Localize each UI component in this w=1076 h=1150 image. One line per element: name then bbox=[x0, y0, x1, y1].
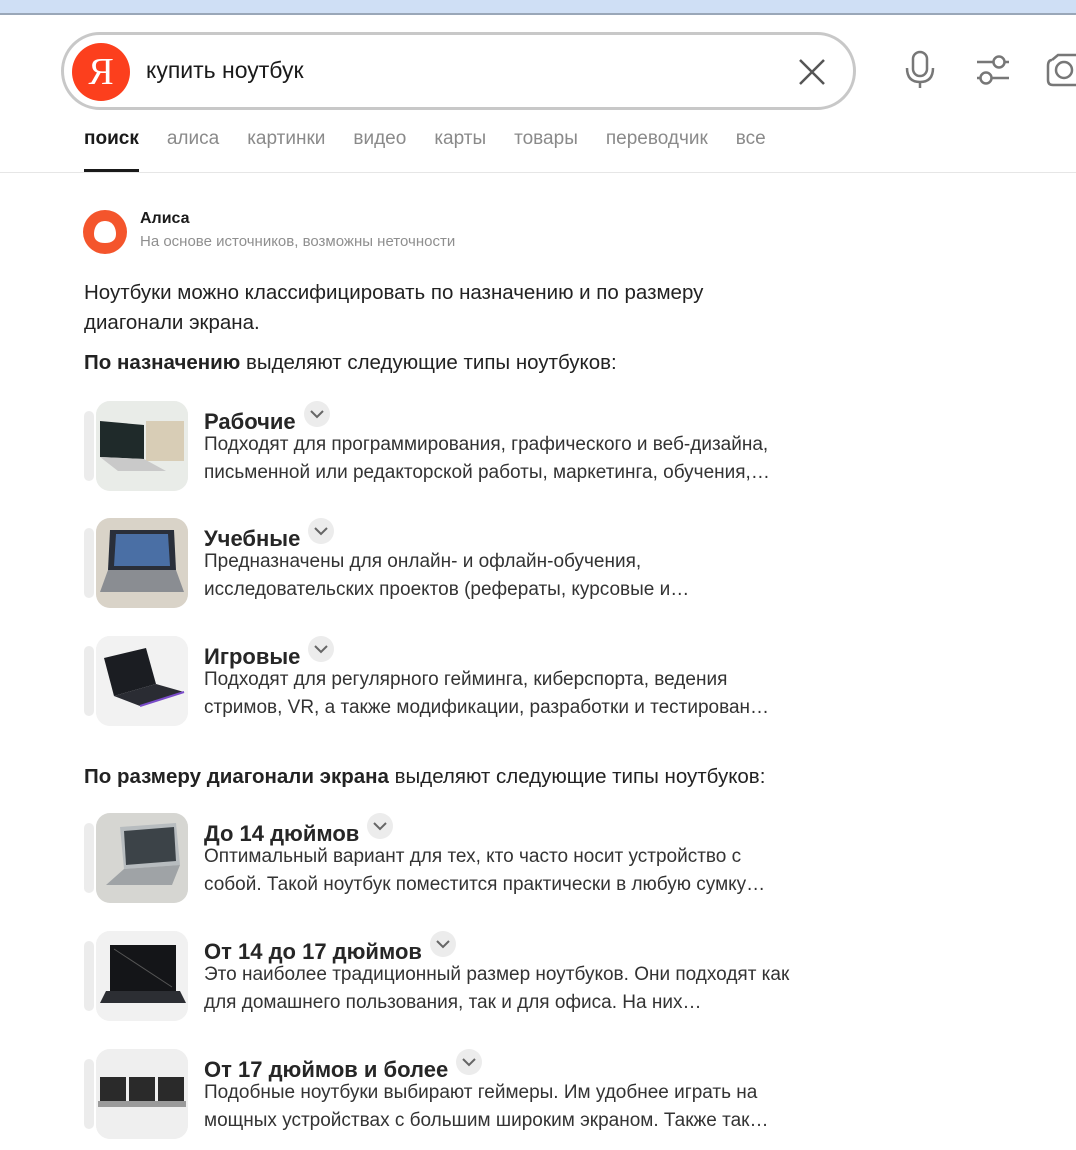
filters-icon[interactable] bbox=[975, 54, 1011, 91]
list-item-study: Учебные Предназначены для онлайн- и офла… bbox=[84, 518, 824, 610]
item-description: Оптимальный вариант для тех, кто часто н… bbox=[204, 846, 766, 895]
alice-name: Алиса bbox=[140, 210, 190, 227]
item-title: Учебные bbox=[204, 518, 335, 552]
search-input[interactable]: купить ноутбук bbox=[146, 57, 304, 84]
laptop-image[interactable] bbox=[96, 813, 188, 903]
tab-products[interactable]: товары bbox=[514, 128, 578, 172]
thumb-stack-edge bbox=[84, 941, 94, 1011]
purpose-heading: По назначению выделяют следующие типы но… bbox=[84, 351, 617, 374]
chevron-down-icon[interactable] bbox=[308, 518, 335, 544]
chevron-down-icon[interactable] bbox=[303, 401, 330, 427]
item-title: От 14 до 17 дюймов bbox=[204, 931, 456, 965]
list-item-14-to-17: От 14 до 17 дюймов Это наиболее традицио… bbox=[84, 931, 824, 1023]
thumb-stack-edge bbox=[84, 823, 94, 893]
camera-search-icon[interactable] bbox=[1046, 52, 1076, 93]
item-description: Подходят для программирования, графическ… bbox=[204, 434, 770, 483]
microphone-icon[interactable] bbox=[903, 50, 937, 95]
laptop-image[interactable] bbox=[96, 401, 188, 491]
clear-icon[interactable] bbox=[797, 57, 827, 87]
tab-video[interactable]: видео bbox=[353, 128, 406, 172]
laptop-image[interactable] bbox=[96, 636, 188, 726]
tab-maps[interactable]: карты bbox=[434, 128, 486, 172]
chevron-down-icon[interactable] bbox=[308, 636, 335, 662]
tab-search[interactable]: поиск bbox=[84, 128, 139, 172]
list-item-work: Рабочие Подходят для программирования, г… bbox=[84, 401, 824, 493]
laptop-image[interactable] bbox=[96, 518, 188, 608]
item-title: Игровые bbox=[204, 636, 335, 670]
tabs-divider bbox=[0, 172, 1076, 173]
list-item-under-14: До 14 дюймов Оптимальный вариант для тех… bbox=[84, 813, 824, 905]
list-item-gaming: Игровые Подходят для регулярного гейминг… bbox=[84, 636, 824, 728]
tab-all[interactable]: все bbox=[736, 128, 766, 172]
search-box[interactable]: Я купить ноутбук bbox=[61, 32, 856, 110]
browser-top-strip bbox=[0, 0, 1076, 15]
answer-intro: Ноутбуки можно классифицировать по назна… bbox=[84, 281, 704, 334]
tab-images[interactable]: картинки bbox=[247, 128, 325, 172]
yandex-logo[interactable]: Я bbox=[72, 43, 130, 101]
item-title: От 17 дюймов и более bbox=[204, 1049, 483, 1083]
item-title: Рабочие bbox=[204, 401, 330, 435]
thumb-stack-edge bbox=[84, 528, 94, 598]
search-tabs: поиск алиса картинки видео карты товары … bbox=[84, 128, 794, 172]
size-heading: По размеру диагонали экрана выделяют сле… bbox=[84, 765, 766, 788]
item-description: Это наиболее традиционный размер ноутбук… bbox=[204, 964, 790, 1013]
item-description: Подобные ноутбуки выбирают геймеры. Им у… bbox=[204, 1082, 769, 1131]
chevron-down-icon[interactable] bbox=[456, 1049, 483, 1075]
tab-alice[interactable]: алиса bbox=[167, 128, 219, 172]
alice-disclaimer: На основе источников, возможны неточност… bbox=[140, 233, 456, 250]
laptop-image[interactable] bbox=[96, 1049, 188, 1139]
tab-translator[interactable]: переводчик bbox=[606, 128, 708, 172]
thumb-stack-edge bbox=[84, 646, 94, 716]
item-description: Подходят для регулярного гейминга, кибер… bbox=[204, 669, 770, 718]
item-description: Предназначены для онлайн- и офлайн-обуче… bbox=[204, 551, 690, 600]
list-item-over-17: От 17 дюймов и более Подобные ноутбуки в… bbox=[84, 1049, 824, 1141]
chevron-down-icon[interactable] bbox=[367, 813, 394, 839]
laptop-image[interactable] bbox=[96, 931, 188, 1021]
thumb-stack-edge bbox=[84, 411, 94, 481]
alice-logo-icon bbox=[83, 210, 127, 254]
chevron-down-icon[interactable] bbox=[429, 931, 456, 957]
thumb-stack-edge bbox=[84, 1059, 94, 1129]
item-title: До 14 дюймов bbox=[204, 813, 394, 847]
